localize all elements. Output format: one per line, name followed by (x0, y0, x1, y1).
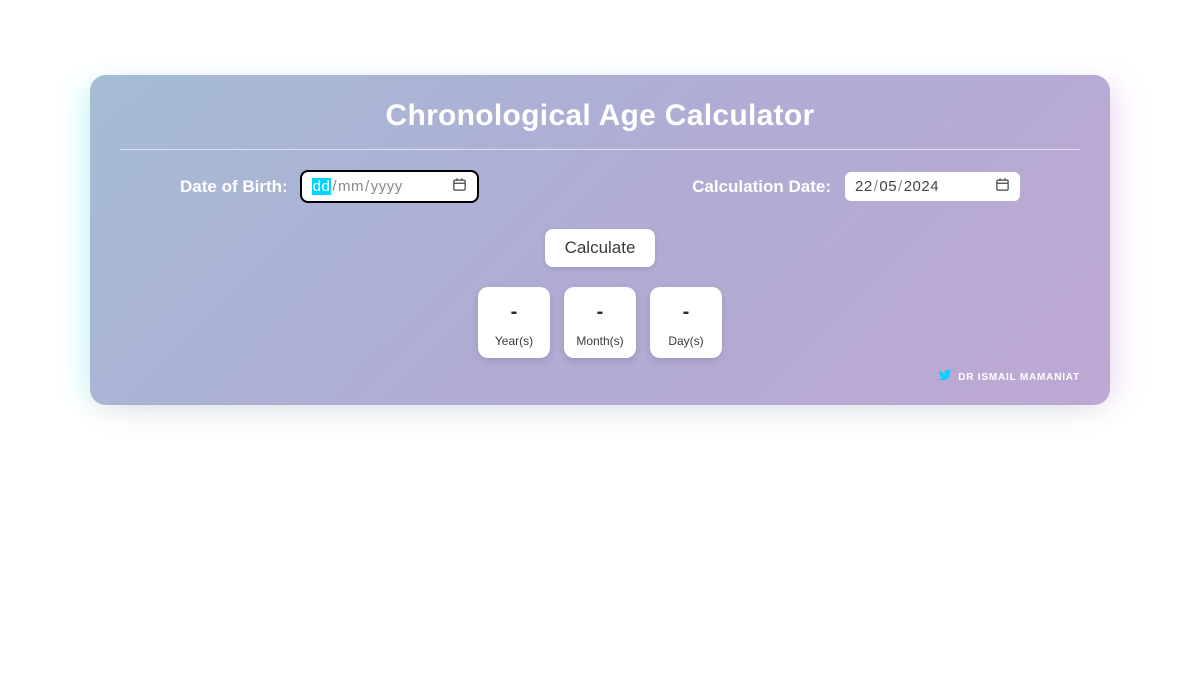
calc-date-group: Calculation Date: 22 / 05 / 2024 (692, 172, 1020, 201)
dob-month: mm (338, 178, 364, 195)
calculator-card: Chronological Age Calculator Date of Bir… (90, 75, 1110, 405)
days-value: - (658, 301, 714, 324)
result-months: - Month(s) (564, 287, 636, 358)
dob-group: Date of Birth: dd / mm / yyyy (180, 172, 477, 201)
calculate-button[interactable]: Calculate (545, 229, 656, 267)
result-years: - Year(s) (478, 287, 550, 358)
calc-date-year: 2024 (904, 178, 939, 195)
inputs-row: Date of Birth: dd / mm / yyyy (120, 172, 1080, 201)
days-label: Day(s) (658, 334, 714, 348)
calc-date-label: Calculation Date: (692, 177, 831, 197)
result-days: - Day(s) (650, 287, 722, 358)
results-row: - Year(s) - Month(s) - Day(s) (120, 287, 1080, 358)
calc-date-text: 22 / 05 / 2024 (855, 178, 939, 195)
author-text: DR ISMAIL MAMANIAT (958, 372, 1080, 383)
years-value: - (486, 301, 542, 324)
calendar-icon[interactable] (995, 177, 1010, 196)
calculate-row: Calculate (120, 229, 1080, 267)
calendar-icon[interactable] (452, 177, 467, 196)
footer: DR ISMAIL MAMANIAT (120, 368, 1080, 387)
dob-text: dd / mm / yyyy (312, 178, 403, 195)
months-label: Month(s) (572, 334, 628, 348)
twitter-icon[interactable] (938, 368, 952, 387)
dob-input[interactable]: dd / mm / yyyy (302, 172, 477, 201)
months-value: - (572, 301, 628, 324)
calc-date-day: 22 (855, 178, 873, 195)
calc-date-month: 05 (879, 178, 897, 195)
page-title: Chronological Age Calculator (120, 99, 1080, 150)
dob-label: Date of Birth: (180, 177, 288, 197)
dob-year: yyyy (371, 178, 403, 195)
years-label: Year(s) (486, 334, 542, 348)
dob-day: dd (312, 178, 332, 195)
calc-date-input[interactable]: 22 / 05 / 2024 (845, 172, 1020, 201)
